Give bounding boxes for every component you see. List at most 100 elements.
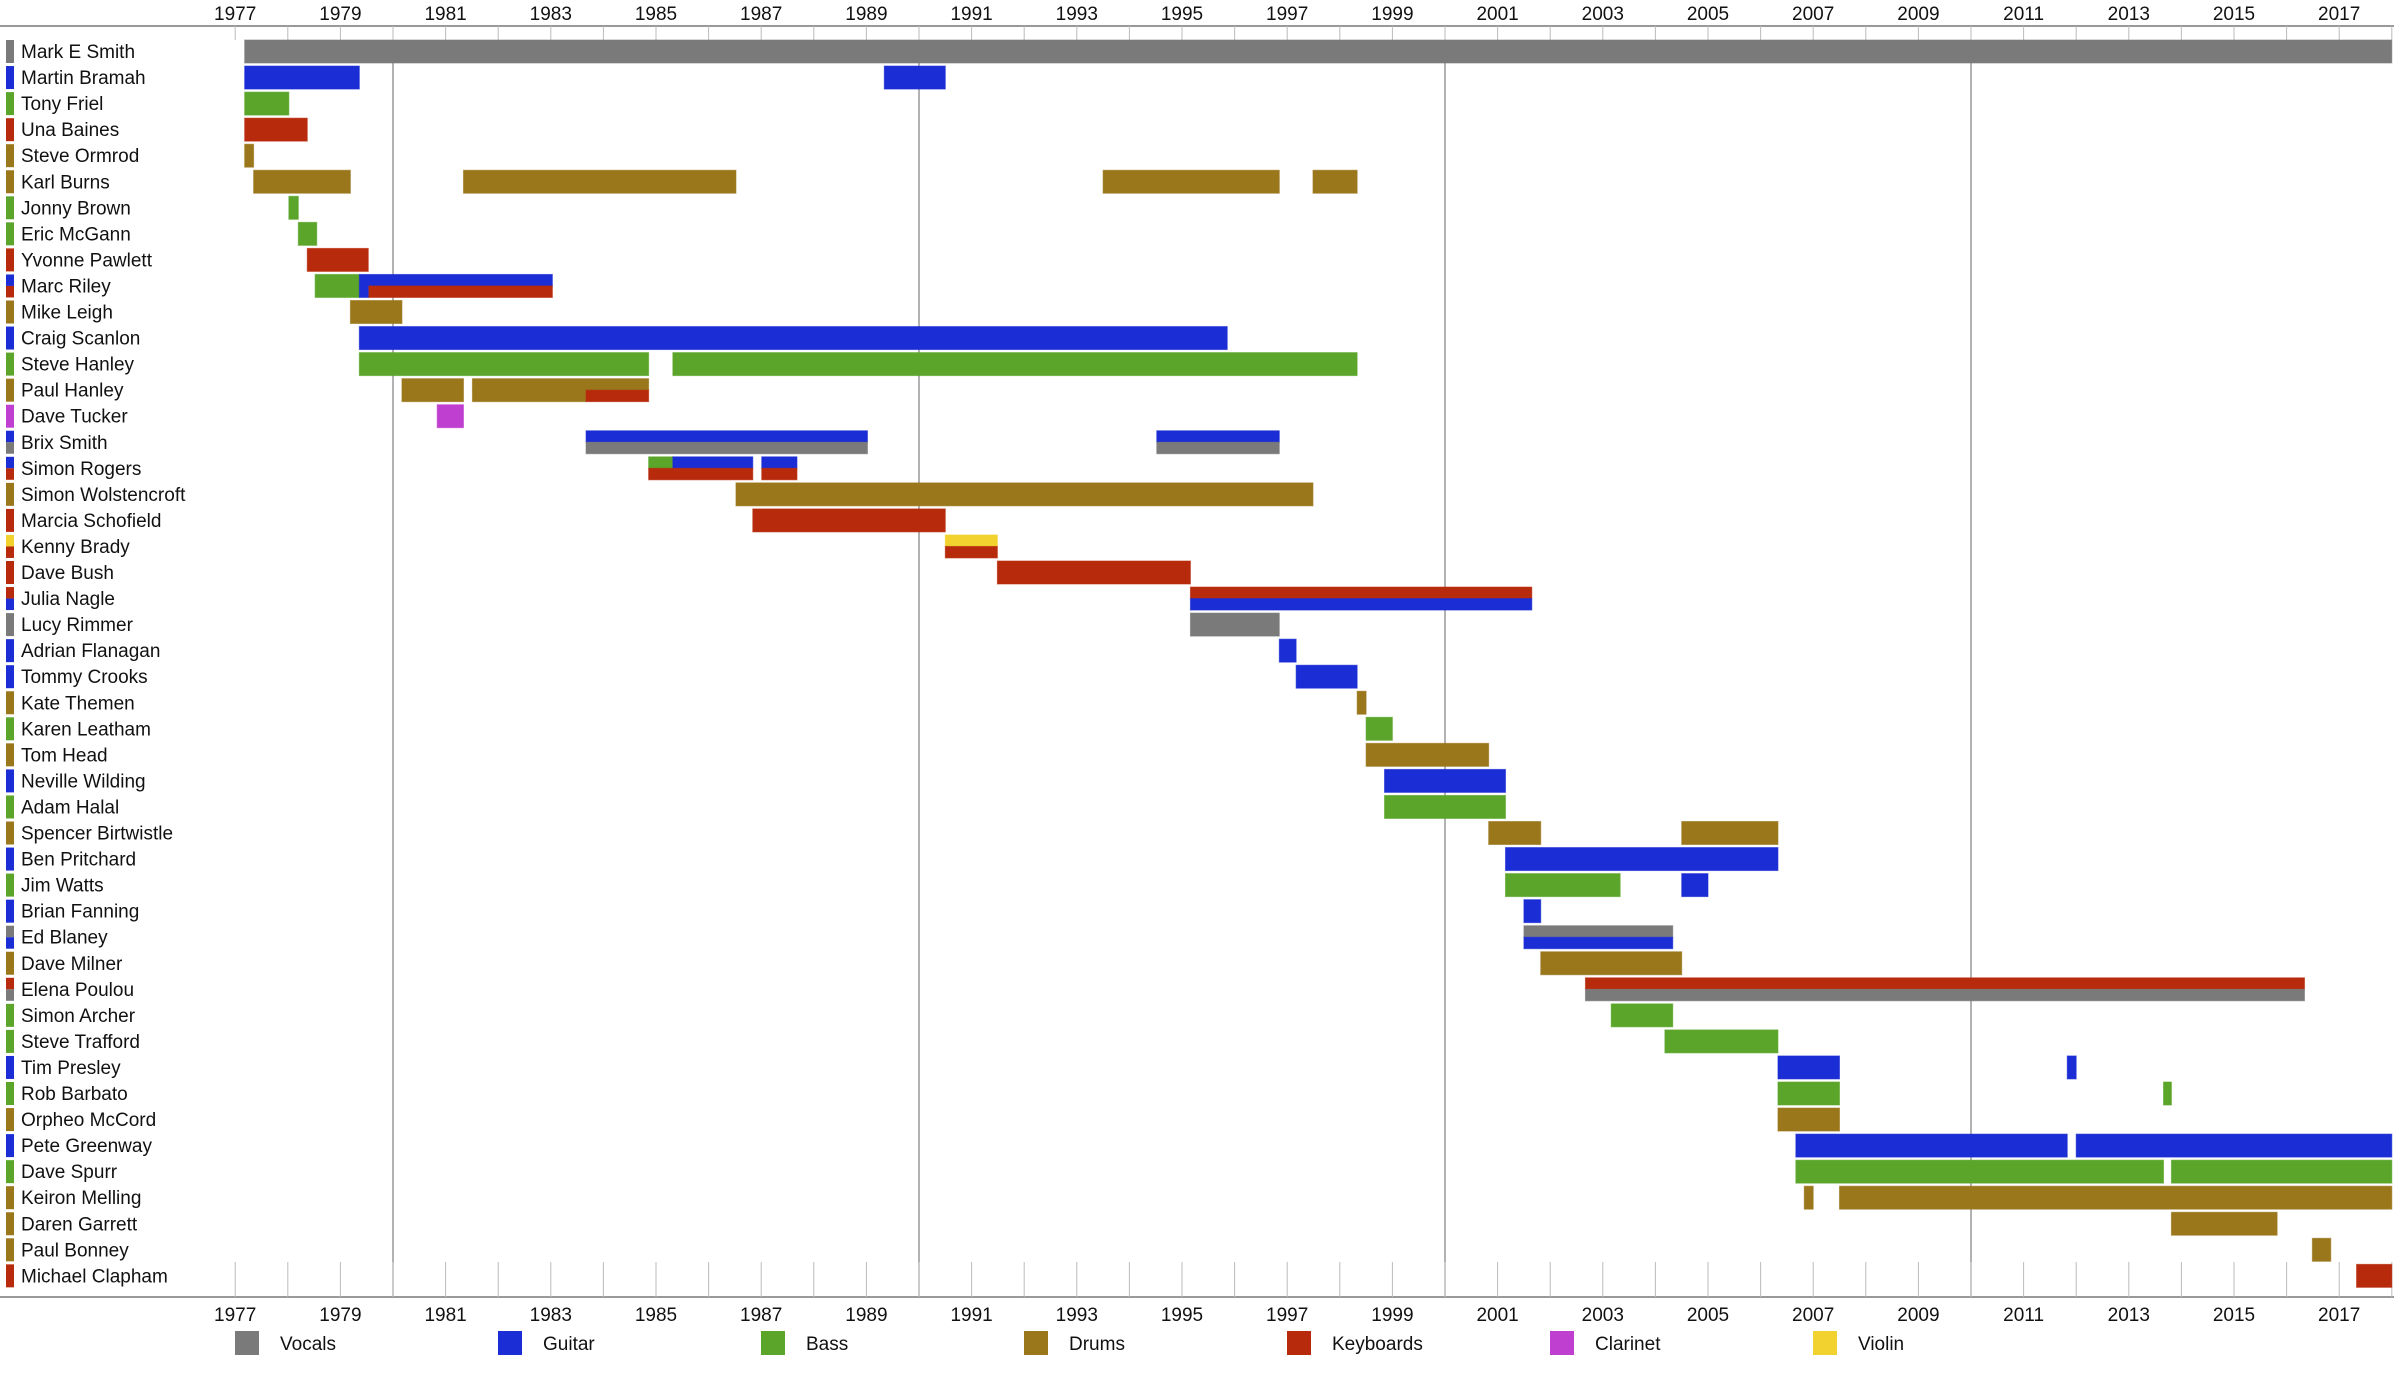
bar-guitar [1189,598,1533,611]
bar-bass [1384,794,1506,819]
label-swatch-drums [6,1238,14,1262]
bar-drums [1102,169,1280,194]
bar-keyboards [944,545,998,559]
label-swatch-guitar [6,66,14,90]
member-name: Craig Scanlon [21,329,140,350]
member-name: Simon Wolstencroft [21,485,186,506]
label-swatch-guitar [6,456,14,469]
top-tick-label: 1999 [1371,4,1413,25]
legend-swatch-vocals [235,1331,259,1355]
label-swatch-drums [6,951,14,975]
label-swatch-guitar [6,598,14,611]
bar-drums [401,378,464,403]
label-swatch-guitar [6,665,14,689]
top-tick-label: 1983 [530,4,572,25]
bar-guitar [1278,638,1297,663]
bottom-tick-label: 2009 [1897,1305,1939,1326]
bottom-tick-label: 1983 [530,1305,572,1326]
bar-violin [944,534,998,547]
bar-bass [314,273,360,298]
bar-guitar [2066,1055,2077,1080]
member-name: Simon Rogers [21,459,141,480]
label-swatch-violin [6,534,14,547]
bar-keyboards [585,389,650,403]
member-name: Dave Bush [21,563,114,584]
label-swatch-guitar [6,274,14,286]
bar-bass [358,352,650,377]
bar-guitar [1523,936,1674,950]
member-name: Dave Tucker [21,407,128,428]
legend-swatch-bass [761,1331,785,1355]
bar-bass [1504,873,1621,898]
top-tick-label: 1993 [1056,4,1098,25]
top-tick-label: 2003 [1582,4,1624,25]
member-name: Tom Head [21,745,108,766]
label-swatch-bass [6,795,14,819]
member-name: Paul Hanley [21,381,124,402]
top-tick-label: 2011 [2003,4,2044,25]
member-name: Daren Garrett [21,1214,138,1235]
top-tick-label: 2007 [1792,4,1834,25]
label-swatch-bass [6,352,14,376]
member-name: Kenny Brady [21,537,130,558]
member-name: Simon Archer [21,1006,136,1027]
top-tick-label: 1979 [319,4,361,25]
label-swatch-bass [6,1160,14,1184]
member-name: Steve Ormrod [21,146,139,167]
bottom-tick-label: 2013 [2108,1305,2150,1326]
bottom-tick-label: 2005 [1687,1305,1729,1326]
member-name: Tommy Crooks [21,667,148,688]
bar-bass [672,352,1358,377]
member-name: Ed Blaney [21,928,108,949]
member-name: Jonny Brown [21,198,131,219]
label-swatch-guitar [6,899,14,923]
bar-drums [349,300,403,324]
label-swatch-guitar [6,639,14,663]
top-tick-label: 2013 [2108,4,2150,25]
bottom-tick-label: 1995 [1161,1305,1203,1326]
bottom-tick-label: 1985 [635,1305,677,1326]
bar-bass [1664,1029,1779,1054]
top-tick-label: 2015 [2213,4,2255,25]
bar-guitar [1295,664,1358,689]
label-swatch-guitar [6,430,14,443]
label-swatch-vocals [6,442,14,454]
member-name: Adrian Flanagan [21,641,160,662]
bar-guitar [358,273,553,287]
bar-guitar [761,456,798,469]
bar-guitar [244,65,360,90]
member-name: Spencer Birtwistle [21,824,173,845]
label-swatch-keyboards [6,587,14,599]
bar-drums [1540,951,1683,976]
label-swatch-bass [6,222,14,246]
bar-vocals [244,39,2393,64]
member-name: Karen Leatham [21,719,151,740]
label-swatch-drums [6,691,14,715]
bar-guitar [1681,873,1709,898]
bar-bass [244,91,290,116]
label-swatch-drums [6,821,14,845]
legend-label-bass: Bass [806,1334,848,1355]
legend-label-guitar: Guitar [543,1334,595,1355]
top-tick-label: 1989 [845,4,887,25]
label-swatch-vocals [6,40,14,63]
bar-guitar [672,456,754,469]
bar-keyboards [996,560,1191,585]
bar-vocals [1523,925,1674,938]
top-tick-label: 1977 [214,4,256,25]
label-swatch-keyboards [6,1264,14,1288]
bottom-tick-label: 1991 [950,1305,992,1326]
member-name: Neville Wilding [21,771,146,792]
bar-guitar [1156,430,1280,443]
label-swatch-keyboards [6,508,14,532]
bar-keyboards [1189,586,1533,600]
bottom-tick-label: 2001 [1476,1305,1518,1326]
bottom-tick-label: 2017 [2318,1305,2360,1326]
bottom-tick-label: 1989 [845,1305,887,1326]
label-swatch-keyboards [6,118,14,142]
bar-drums [462,169,737,194]
legend: Vocals Guitar Bass Drums Keyboards Clarinet Vi… [235,1331,1904,1355]
member-name: Rob Barbato [21,1084,128,1105]
label-swatch-guitar [6,1134,14,1158]
label-swatch-vocals [6,925,14,938]
